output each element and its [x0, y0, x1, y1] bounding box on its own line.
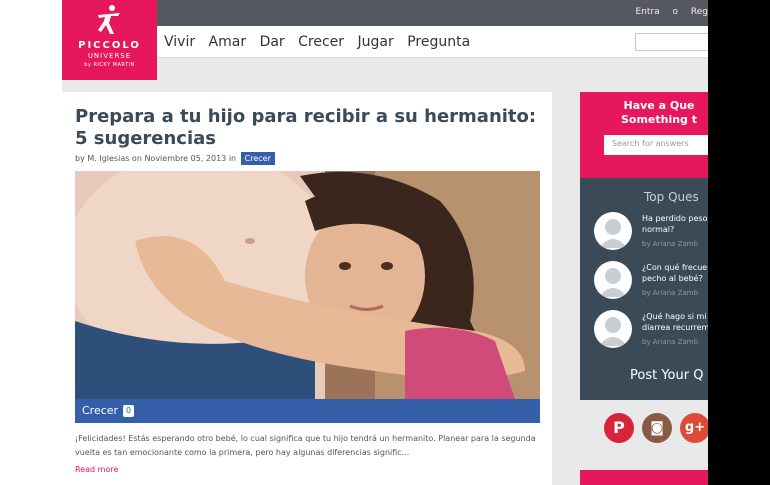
question-text: ¿Qué hago si mi diarrea recurrem [642, 311, 708, 333]
site-search-input[interactable] [635, 33, 708, 51]
question-line-2: normal? [642, 225, 675, 234]
article-photo[interactable] [75, 171, 540, 399]
article-title[interactable]: Prepara a tu hijo para recibir a su herm… [75, 106, 545, 150]
article-byline: by M. Iglesias on Noviembre 05, 2013 in … [75, 152, 275, 165]
byline-text: by M. Iglesias on Noviembre 05, 2013 in [75, 154, 237, 163]
question-line-1: ¿Con qué frecuer [642, 263, 708, 272]
account-links: Entra o Reg [625, 7, 708, 17]
ask-question-box: Have a Que Something t Search for answer… [580, 92, 708, 178]
nav-item-pregunta[interactable]: Pregunta [407, 34, 470, 50]
ask-title: Have a Que Something t [594, 99, 708, 127]
or-text: o [672, 7, 679, 17]
article-card: Prepara a tu hijo para recibir a su herm… [62, 92, 552, 485]
question-text: ¿Con qué frecuer pecho al bebé? [642, 262, 708, 284]
answers-search-input[interactable]: Search for answers [604, 135, 708, 155]
sidebar-questions: Have a Que Something t Search for answer… [580, 92, 708, 400]
page: Entra o Reg Vivir Amar Dar Crecer Jugar … [62, 0, 708, 485]
question-item[interactable]: Ha perdido peso normal? by Ariana Zamb [594, 212, 708, 260]
site-logo[interactable]: PICCOLO UNIVERSE by RICKY MARTIN [62, 0, 157, 80]
instagram-icon[interactable]: ◙ [642, 413, 672, 443]
nav-item-jugar[interactable]: Jugar [358, 34, 394, 50]
logo-name: PICCOLO [78, 40, 141, 51]
comment-count-badge: 0 [123, 405, 135, 417]
main-nav: Vivir Amar Dar Crecer Jugar Pregunta [164, 34, 479, 50]
category-bar[interactable]: Crecer 0 [75, 399, 540, 423]
pinterest-icon[interactable]: P [604, 413, 634, 443]
question-text: Ha perdido peso normal? [642, 213, 708, 235]
avatar [594, 261, 632, 299]
left-margin [0, 0, 62, 485]
logo-byline: by RICKY MARTIN [84, 62, 135, 68]
post-question-button[interactable]: Post Your Q [630, 368, 703, 383]
avatar [594, 310, 632, 348]
ask-title-line-1: Have a Que [623, 99, 695, 112]
right-margin [708, 0, 770, 485]
nav-item-crecer[interactable]: Crecer [298, 34, 344, 50]
question-item[interactable]: ¿Con qué frecuer pecho al bebé? by Arian… [594, 261, 708, 309]
question-author: by Ariana Zamb [642, 289, 699, 297]
ask-title-line-2: Something t [620, 113, 698, 126]
question-item[interactable]: ¿Qué hago si mi diarrea recurrem by Aria… [594, 310, 708, 358]
article-excerpt: ¡Felicidades! Estás esperando otro bebé,… [75, 434, 536, 457]
google-plus-icon[interactable]: g+ [680, 413, 708, 443]
user-silhouette-icon [599, 317, 627, 346]
photo-illustration [75, 171, 540, 399]
register-link[interactable]: Reg [691, 7, 708, 17]
read-more-link[interactable]: Read more [75, 465, 118, 474]
question-author: by Ariana Zamb [642, 240, 699, 248]
question-line-1: Ha perdido peso [642, 214, 708, 223]
user-silhouette-icon [599, 268, 627, 297]
sidebar-banner-strip [580, 470, 708, 485]
login-link[interactable]: Entra [635, 7, 659, 17]
top-bar: Entra o Reg [62, 0, 708, 26]
question-line-1: ¿Qué hago si mi [642, 312, 707, 321]
question-line-2: diarrea recurrem [642, 323, 708, 332]
main-nav-bar: Vivir Amar Dar Crecer Jugar Pregunta [62, 26, 708, 58]
question-author: by Ariana Zamb [642, 338, 699, 346]
avatar [594, 212, 632, 250]
category-tag[interactable]: Crecer [240, 152, 275, 165]
nav-item-amar[interactable]: Amar [209, 34, 247, 50]
top-questions-heading: Top Ques [644, 190, 699, 204]
category-bar-label: Crecer [82, 404, 119, 417]
nav-item-dar[interactable]: Dar [260, 34, 285, 50]
logo-figure-icon [98, 5, 120, 34]
question-line-2: pecho al bebé? [642, 274, 703, 283]
logo-subtitle: UNIVERSE [87, 52, 132, 60]
nav-item-vivir[interactable]: Vivir [164, 34, 195, 50]
user-silhouette-icon [599, 219, 627, 248]
